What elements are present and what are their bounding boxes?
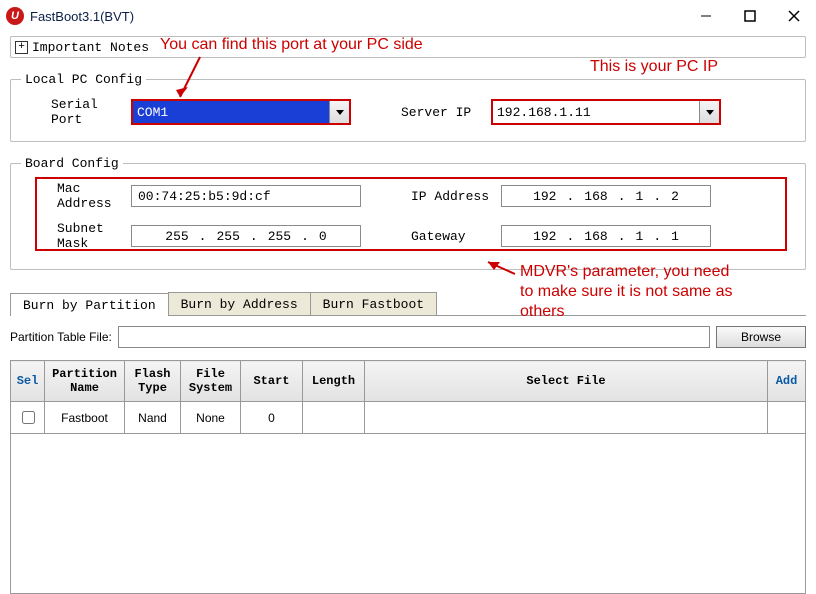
expand-icon[interactable]: + — [15, 41, 28, 54]
table-row[interactable]: Fastboot Nand None 0 — [11, 402, 806, 434]
ip-address-label: IP Address — [401, 189, 501, 204]
cell-add — [768, 402, 806, 434]
local-pc-config-group: Local PC Config Serial Port Server IP — [10, 72, 806, 142]
partition-table-file-input[interactable] — [118, 326, 710, 348]
row-checkbox[interactable] — [22, 411, 35, 424]
app-icon: U — [6, 7, 24, 25]
local-pc-config-legend: Local PC Config — [21, 72, 146, 87]
serial-port-input[interactable] — [133, 101, 329, 123]
server-ip-input[interactable] — [493, 101, 699, 123]
subnet-mask-label: Subnet Mask — [21, 221, 131, 251]
cell-select-file — [365, 402, 768, 434]
col-start[interactable]: Start — [241, 361, 303, 402]
chevron-down-icon — [706, 110, 714, 115]
board-config-group: Board Config Mac Address IP Address 192.… — [10, 156, 806, 270]
close-button[interactable] — [772, 1, 816, 31]
server-ip-combo[interactable] — [491, 99, 721, 125]
partition-table-file-label: Partition Table File: — [10, 330, 112, 344]
cell-file-system: None — [181, 402, 241, 434]
ip-address-input[interactable]: 192. 168. 1. 2 — [501, 185, 711, 207]
cell-flash-type: Nand — [125, 402, 181, 434]
tab-burn-by-address[interactable]: Burn by Address — [168, 292, 311, 315]
col-flash-type[interactable]: Flash Type — [125, 361, 181, 402]
browse-button[interactable]: Browse — [716, 326, 806, 348]
burn-tabs: Burn by Partition Burn by Address Burn F… — [10, 292, 806, 316]
col-length[interactable]: Length — [303, 361, 365, 402]
board-config-legend: Board Config — [21, 156, 123, 171]
gateway-input[interactable]: 192. 168. 1. 1 — [501, 225, 711, 247]
server-ip-label: Server IP — [391, 105, 491, 120]
col-file-system[interactable]: File System — [181, 361, 241, 402]
mac-address-label: Mac Address — [21, 181, 131, 211]
grid-header-row: Sel Partition Name Flash Type File Syste… — [11, 361, 806, 402]
col-add[interactable]: Add — [768, 361, 806, 402]
serial-port-combo[interactable] — [131, 99, 351, 125]
cell-start: 0 — [241, 402, 303, 434]
tab-burn-by-partition[interactable]: Burn by Partition — [10, 293, 169, 316]
gateway-label: Gateway — [401, 229, 501, 244]
col-sel[interactable]: Sel — [11, 361, 45, 402]
server-ip-dropdown-button[interactable] — [699, 101, 719, 123]
maximize-button[interactable] — [728, 1, 772, 31]
important-notes-label: Important Notes — [32, 40, 149, 55]
serial-port-label: Serial Port — [21, 97, 131, 127]
title-bar: U FastBoot3.1(BVT) — [0, 0, 816, 32]
chevron-down-icon — [336, 110, 344, 115]
partition-table-file-row: Partition Table File: Browse — [10, 326, 806, 348]
mac-address-input[interactable] — [131, 185, 361, 207]
partition-grid: Sel Partition Name Flash Type File Syste… — [10, 360, 806, 594]
subnet-mask-input[interactable]: 255. 255. 255. 0 — [131, 225, 361, 247]
cell-length — [303, 402, 365, 434]
window-title: FastBoot3.1(BVT) — [30, 9, 134, 24]
important-notes-bar[interactable]: + Important Notes — [10, 36, 806, 58]
cell-partition-name: Fastboot — [45, 402, 125, 434]
serial-port-dropdown-button[interactable] — [329, 101, 349, 123]
tab-burn-fastboot[interactable]: Burn Fastboot — [310, 292, 437, 315]
minimize-button[interactable] — [684, 1, 728, 31]
col-partition-name[interactable]: Partition Name — [45, 361, 125, 402]
col-select-file[interactable]: Select File — [365, 361, 768, 402]
